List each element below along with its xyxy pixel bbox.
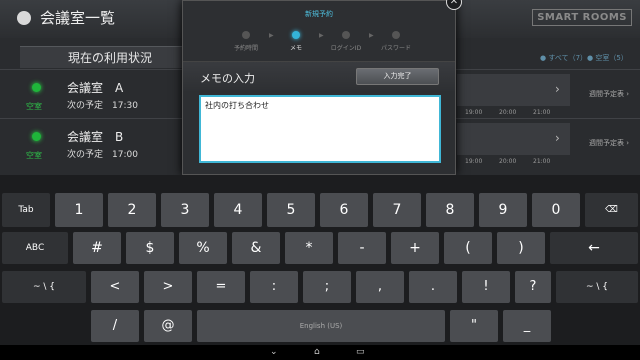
timeline-tick: 19:00 — [465, 109, 483, 116]
page-title: 会議室一覧 — [40, 9, 116, 27]
memo-label: メモの入力 — [200, 72, 255, 85]
key-0[interactable]: 0 — [532, 193, 580, 227]
key-comma[interactable]: , — [356, 271, 404, 303]
room-name: 会議室 B — [67, 130, 124, 144]
room-next: 次の予定 17:30 — [67, 101, 138, 111]
room-name: 会議室 A — [67, 81, 124, 95]
key-hash[interactable]: # — [73, 232, 121, 264]
soft-keyboard: Tab 1 2 3 4 5 6 7 8 9 0 ⌫ ABC # $ % & * … — [0, 175, 640, 345]
key-slash[interactable]: / — [91, 310, 139, 342]
week-schedule-link[interactable]: 週間予定表 › — [589, 138, 629, 148]
key-dollar[interactable]: $ — [126, 232, 174, 264]
recents-icon[interactable]: ▭ — [356, 347, 365, 357]
key-symbols-left[interactable]: ~ \ { — [2, 271, 86, 303]
step-memo: メモ — [271, 31, 321, 52]
step-login-id: ログインID — [321, 31, 371, 52]
room-next: 次の予定 17:00 — [67, 150, 138, 160]
step-time: 予約時間 — [221, 31, 271, 52]
step-label: 予約時間 — [233, 45, 258, 52]
timeline-tick: 21:00 — [533, 109, 551, 116]
key-abc[interactable]: ABC — [2, 232, 68, 264]
key-equals[interactable]: = — [197, 271, 245, 303]
key-exclamation[interactable]: ! — [462, 271, 510, 303]
back-icon[interactable]: ⌄ — [270, 347, 278, 357]
dialog-title: 新規予約 — [305, 10, 333, 18]
key-ampersand[interactable]: & — [232, 232, 280, 264]
key-minus[interactable]: - — [338, 232, 386, 264]
done-button[interactable]: 入力完了 — [356, 68, 439, 85]
chevron-right-icon[interactable]: › — [555, 82, 560, 96]
key-colon[interactable]: : — [250, 271, 298, 303]
status-led-icon — [32, 132, 41, 141]
app-logo-icon — [17, 11, 31, 25]
key-symbols-right[interactable]: ~ \ { — [556, 271, 638, 303]
key-at[interactable]: @ — [144, 310, 192, 342]
room-timeline[interactable]: 19:00 20:00 21:00 — [457, 74, 570, 116]
enter-icon[interactable]: ← — [550, 232, 638, 264]
room-status: 空室 — [26, 102, 42, 111]
filter-toggle[interactable]: ● すべて（7）● 空室（5） — [540, 53, 628, 63]
memo-input[interactable]: 社内の打ち合わせ — [199, 95, 441, 163]
key-underscore[interactable]: _ — [503, 310, 551, 342]
key-open-paren[interactable]: ( — [444, 232, 492, 264]
timeline-tick: 21:00 — [533, 158, 551, 165]
key-7[interactable]: 7 — [373, 193, 421, 227]
key-2[interactable]: 2 — [108, 193, 156, 227]
key-question[interactable]: ? — [515, 271, 551, 303]
week-schedule-link[interactable]: 週間予定表 › — [589, 89, 629, 99]
step-label: ログインID — [330, 45, 362, 52]
key-quote[interactable]: " — [450, 310, 498, 342]
step-label: パスワード — [380, 45, 411, 52]
status-led-icon — [32, 83, 41, 92]
key-tab[interactable]: Tab — [2, 193, 50, 227]
key-percent[interactable]: % — [179, 232, 227, 264]
key-5[interactable]: 5 — [267, 193, 315, 227]
memo-header: メモの入力 入力完了 — [183, 61, 455, 91]
key-6[interactable]: 6 — [320, 193, 368, 227]
key-asterisk[interactable]: * — [285, 232, 333, 264]
timeline-tick: 19:00 — [465, 158, 483, 165]
status-header: 現在の利用状況 — [20, 46, 200, 68]
key-plus[interactable]: + — [391, 232, 439, 264]
step-indicator: 予約時間 ▶ メモ ▶ ログインID ▶ パスワード — [221, 31, 421, 55]
timeline-tick: 20:00 — [499, 109, 517, 116]
space-bar[interactable]: English (US) — [197, 310, 445, 342]
step-label: メモ — [289, 45, 302, 52]
key-8[interactable]: 8 — [426, 193, 474, 227]
key-greater-than[interactable]: > — [144, 271, 192, 303]
key-1[interactable]: 1 — [55, 193, 103, 227]
key-3[interactable]: 3 — [161, 193, 209, 227]
key-9[interactable]: 9 — [479, 193, 527, 227]
key-period[interactable]: . — [409, 271, 457, 303]
backspace-icon[interactable]: ⌫ — [585, 193, 638, 227]
system-nav-bar: ⌄ ⌂ ▭ — [0, 345, 640, 360]
room-status: 空室 — [26, 151, 42, 160]
step-password: パスワード — [371, 31, 421, 52]
room-timeline[interactable]: 19:00 20:00 21:00 — [457, 123, 570, 165]
reservation-dialog: 新規予約 予約時間 ▶ メモ ▶ ログインID ▶ パスワード ✕ メモの入力 … — [182, 0, 462, 175]
brand-logo: SMART ROOMS — [532, 9, 632, 26]
key-close-paren[interactable]: ) — [497, 232, 545, 264]
timeline-tick: 20:00 — [499, 158, 517, 165]
home-icon[interactable]: ⌂ — [314, 347, 320, 357]
key-less-than[interactable]: < — [91, 271, 139, 303]
chevron-right-icon[interactable]: › — [555, 131, 560, 145]
key-4[interactable]: 4 — [214, 193, 262, 227]
key-semicolon[interactable]: ; — [303, 271, 351, 303]
